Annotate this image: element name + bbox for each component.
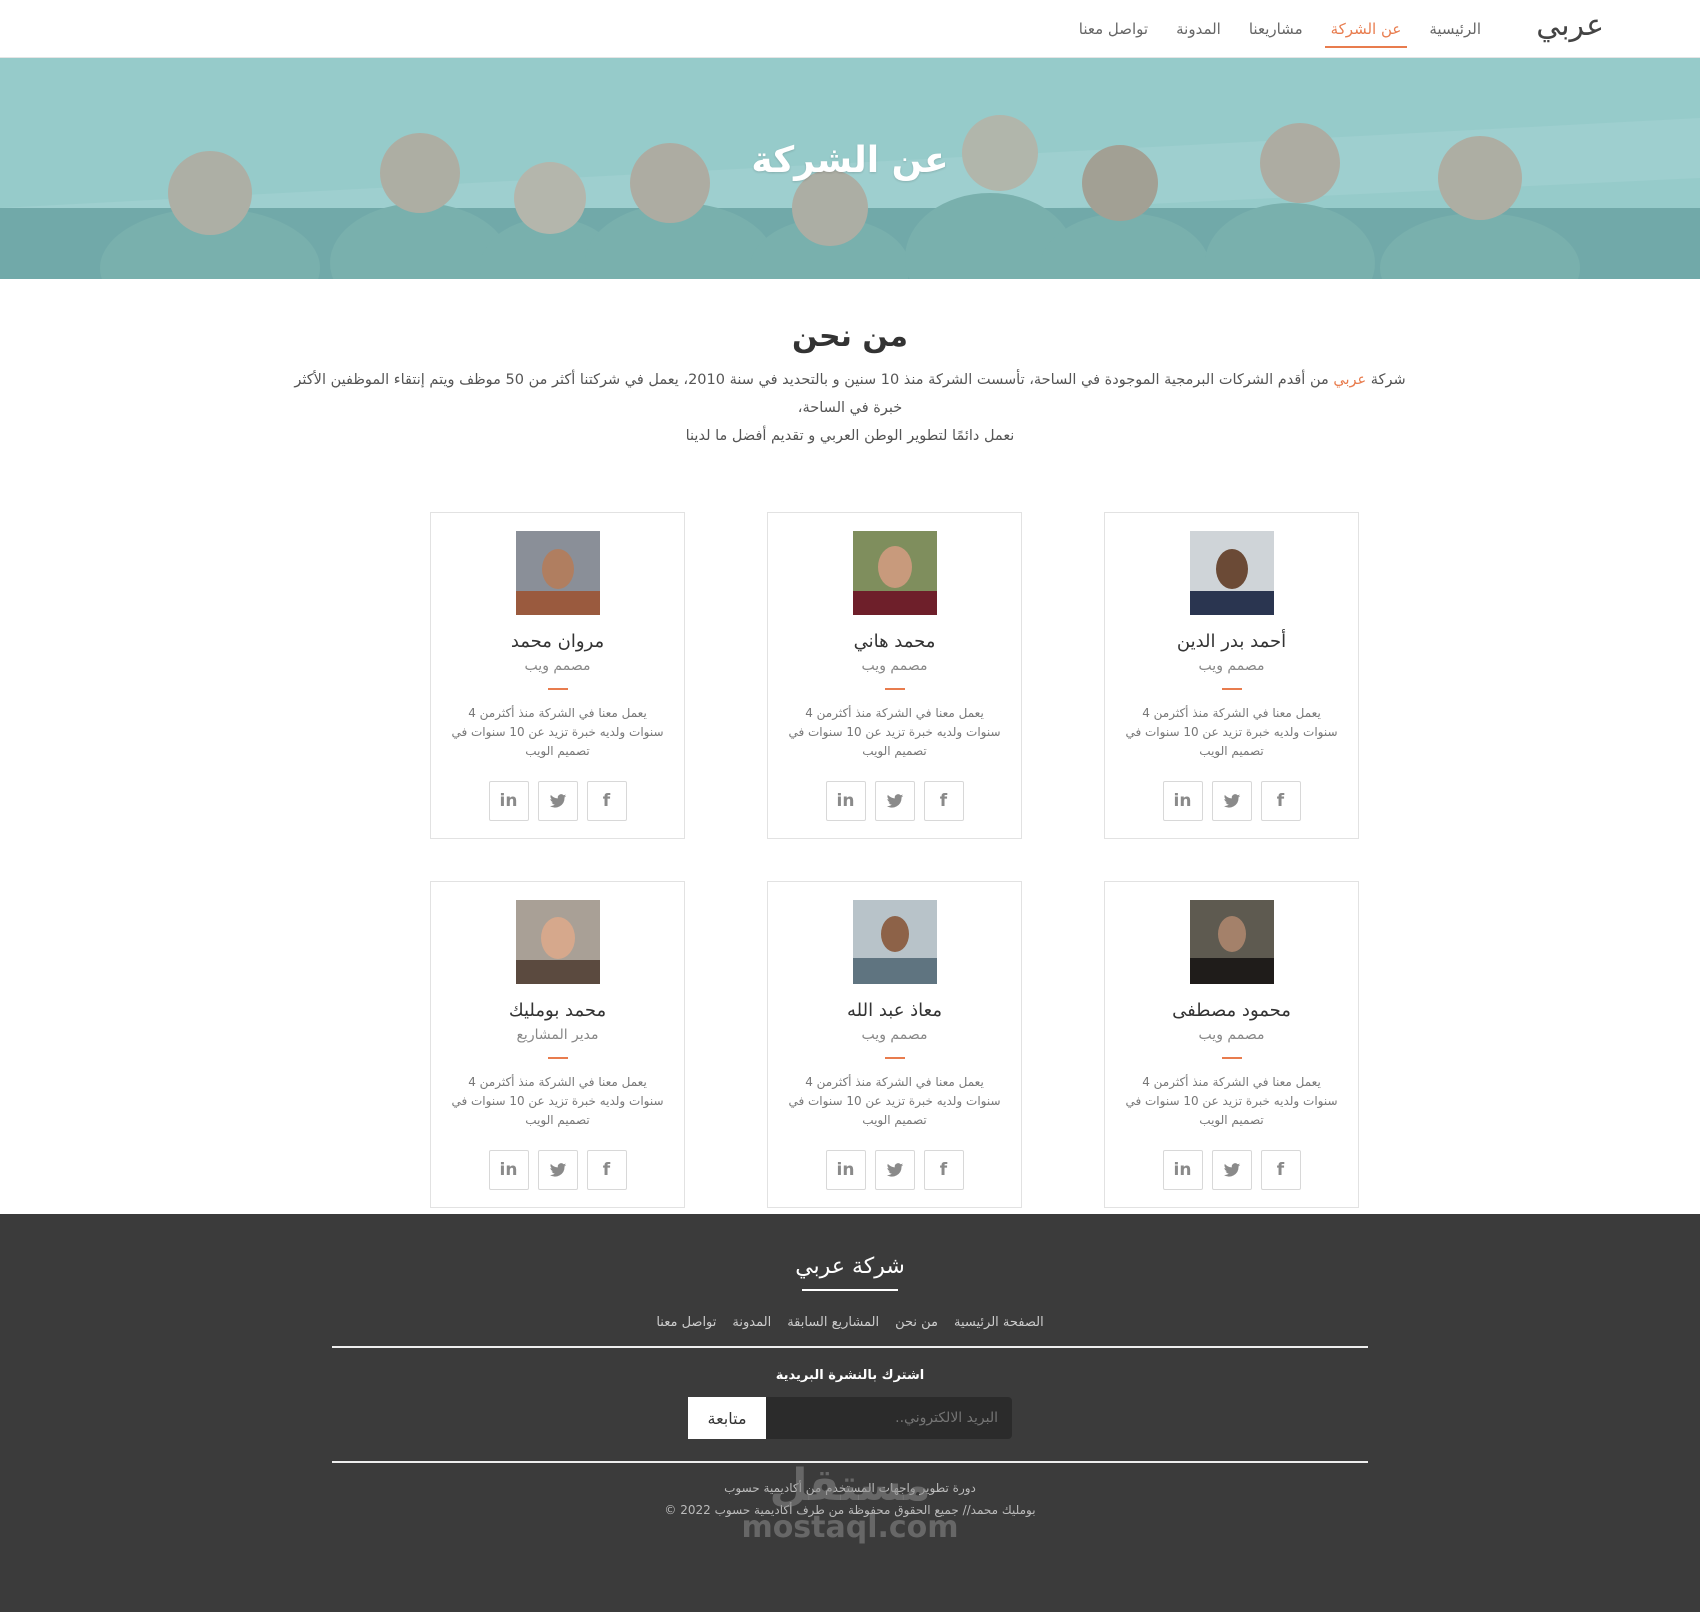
social-links: in f [768,781,1021,821]
footer-nav: الصفحة الرئيسية من نحن المشاريع السابقة … [0,1315,1700,1330]
member-role: مصمم ويب [861,658,928,674]
newsletter-form: متابعة [688,1397,1012,1439]
about-line1-rest: من أقدم الشركات البرمجية الموجودة في الس… [294,372,1334,416]
team-card: محمد هاني مصمم ويب يعمل معنا في الشركة م… [767,512,1022,839]
facebook-icon[interactable]: f [1260,781,1301,821]
twitter-icon[interactable] [1211,781,1252,821]
member-photo [515,531,600,615]
about-title: من نحن [792,319,908,354]
about-section: من نحن شركة عربي من أقدم الشركات البرمجي… [0,279,1700,450]
nav-contact[interactable]: تواصل معنا [1065,0,1162,58]
social-links: in f [431,1150,684,1190]
facebook-icon[interactable]: f [586,1150,627,1190]
linkedin-icon[interactable]: in [825,781,866,821]
member-bio: يعمل معنا في الشركة منذ أكثرمن 4 سنوات و… [788,706,1001,758]
footer-link-about[interactable]: من نحن [895,1315,938,1330]
about-brand-highlight: عربي [1333,372,1367,388]
team-card: محمد بومليك مدير المشاريع يعمل معنا في ا… [430,881,685,1208]
member-role: مدير المشاريع [516,1027,599,1043]
linkedin-icon[interactable]: in [1162,781,1203,821]
twitter-icon[interactable] [874,781,915,821]
member-bio: يعمل معنا في الشركة منذ أكثرمن 4 سنوات و… [1125,706,1338,758]
member-name: مروان محمد [510,631,605,652]
footer-link-contact[interactable]: تواصل معنا [656,1315,716,1330]
footer-brand-underline [802,1289,898,1291]
member-role: مصمم ويب [861,1027,928,1043]
member-photo [515,900,600,984]
footer-link-projects[interactable]: المشاريع السابقة [787,1315,879,1330]
brand-logo[interactable]: عربي [1536,8,1604,43]
facebook-icon[interactable]: f [923,781,964,821]
member-photo [852,531,937,615]
member-bio: يعمل معنا في الشركة منذ أكثرمن 4 سنوات و… [451,1075,664,1127]
footer-brand: شركة عربي [795,1254,905,1279]
newsletter-title: اشترك بالنشرة البريدية [775,1368,925,1383]
social-links: in f [1105,781,1358,821]
accent-divider [884,688,905,690]
footer-divider [332,1346,1368,1348]
facebook-icon[interactable]: f [586,781,627,821]
team-card: محمود مصطفى مصمم ويب يعمل معنا في الشركة… [1104,881,1359,1208]
accent-divider [884,1057,905,1059]
team-card: معاذ عبد الله مصمم ويب يعمل معنا في الشر… [767,881,1022,1208]
social-links: in f [768,1150,1021,1190]
nav-about[interactable]: عن الشركة [1317,0,1416,58]
hero-banner: عن الشركة [0,58,1700,279]
member-role: مصمم ويب [1198,1027,1265,1043]
navbar: عربي الرئيسية عن الشركة مشاريعنا المدونة… [0,0,1700,58]
email-input[interactable] [766,1397,1012,1439]
member-bio: يعمل معنا في الشركة منذ أكثرمن 4 سنوات و… [451,706,664,758]
team-card: أحمد بدر الدين مصمم ويب يعمل معنا في الش… [1104,512,1359,839]
accent-divider [1221,1057,1242,1059]
twitter-icon[interactable] [537,781,578,821]
about-line2: نعمل دائمًا لتطوير الوطن العربي و تقديم … [685,428,1015,444]
member-name: محمود مصطفى [1172,1000,1291,1021]
member-bio: يعمل معنا في الشركة منذ أكثرمن 4 سنوات و… [1125,1075,1338,1127]
about-line1-prefix: شركة [1366,372,1406,388]
member-photo [1189,531,1274,615]
team-card: مروان محمد مصمم ويب يعمل معنا في الشركة … [430,512,685,839]
social-links: in f [1105,1150,1358,1190]
twitter-icon[interactable] [537,1150,578,1190]
watermark: مستقل mostaql.com [0,1460,1700,1546]
nav-home[interactable]: الرئيسية [1415,0,1495,58]
nav-projects[interactable]: مشاريعنا [1235,0,1317,58]
accent-divider [1221,688,1242,690]
member-role: مصمم ويب [1198,658,1265,674]
facebook-icon[interactable]: f [923,1150,964,1190]
footer-link-home[interactable]: الصفحة الرئيسية [954,1315,1044,1330]
team-grid: أحمد بدر الدين مصمم ويب يعمل معنا في الش… [341,512,1359,1208]
footer: شركة عربي الصفحة الرئيسية من نحن المشاري… [0,1214,1700,1612]
member-name: معاذ عبد الله [847,1000,942,1021]
nav-blog[interactable]: المدونة [1162,0,1235,58]
linkedin-icon[interactable]: in [1162,1150,1203,1190]
accent-divider [547,688,568,690]
member-photo [1189,900,1274,984]
watermark-arabic: مستقل [769,1460,931,1511]
watermark-url: mostaql.com [741,1510,959,1545]
about-text: شركة عربي من أقدم الشركات البرمجية الموج… [280,366,1420,450]
member-photo [852,900,937,984]
linkedin-icon[interactable]: in [488,781,529,821]
subscribe-button[interactable]: متابعة [688,1397,766,1439]
footer-link-blog[interactable]: المدونة [732,1315,771,1330]
member-name: محمد هاني [853,631,936,652]
linkedin-icon[interactable]: in [825,1150,866,1190]
facebook-icon[interactable]: f [1260,1150,1301,1190]
member-role: مصمم ويب [524,658,591,674]
main-nav: الرئيسية عن الشركة مشاريعنا المدونة تواص… [1065,0,1495,58]
twitter-icon[interactable] [874,1150,915,1190]
page-title: عن الشركة [751,140,949,181]
member-bio: يعمل معنا في الشركة منذ أكثرمن 4 سنوات و… [788,1075,1001,1127]
twitter-icon[interactable] [1211,1150,1252,1190]
social-links: in f [431,781,684,821]
member-name: أحمد بدر الدين [1176,631,1287,652]
accent-divider [547,1057,568,1059]
linkedin-icon[interactable]: in [488,1150,529,1190]
member-name: محمد بومليك [508,1000,607,1021]
